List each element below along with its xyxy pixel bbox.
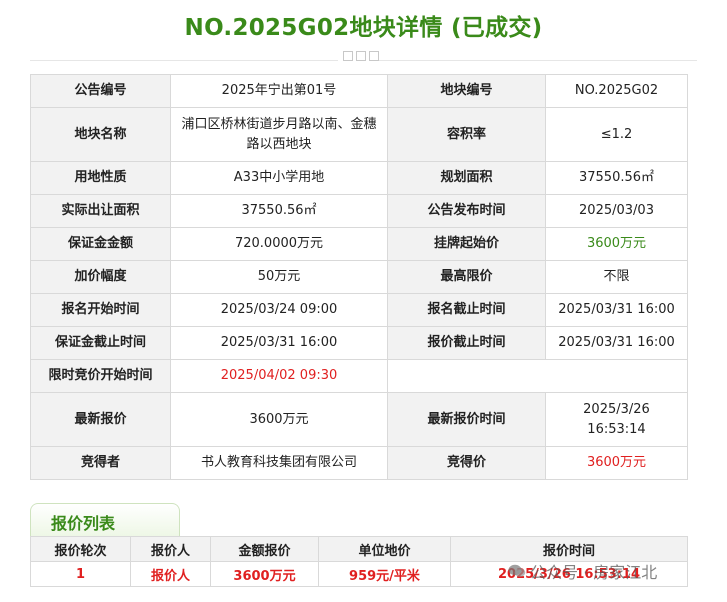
detail-label: 保证金金额 bbox=[30, 227, 171, 261]
detail-value: 2025/03/31 16:00 bbox=[545, 326, 688, 360]
detail-value: 37550.56㎡ bbox=[545, 161, 688, 195]
detail-label: 最新报价时间 bbox=[387, 392, 546, 447]
detail-value: 37550.56㎡ bbox=[170, 194, 388, 228]
detail-label: 容积率 bbox=[387, 107, 546, 162]
auction-start-value: 2025/04/02 09:30 bbox=[170, 359, 388, 393]
title-divider-dots bbox=[343, 51, 379, 61]
detail-value: 2025年宁出第01号 bbox=[170, 74, 388, 108]
column-header: 单位地价 bbox=[318, 536, 451, 562]
detail-row: 加价幅度 50万元 最高限价 不限 bbox=[30, 260, 688, 294]
detail-label: 加价幅度 bbox=[30, 260, 171, 294]
detail-value: 720.0000万元 bbox=[170, 227, 388, 261]
detail-label: 实际出让面积 bbox=[30, 194, 171, 228]
detail-row: 报名开始时间 2025/03/24 09:00 报名截止时间 2025/03/3… bbox=[30, 293, 688, 327]
tab-bid-list[interactable]: 报价列表 bbox=[30, 503, 180, 536]
detail-label: 公告发布时间 bbox=[387, 194, 546, 228]
detail-value: 2025/3/26 16:53:14 bbox=[545, 392, 688, 447]
detail-row: 用地性质 A33中小学用地 规划面积 37550.56㎡ bbox=[30, 161, 688, 195]
detail-value: ≤1.2 bbox=[545, 107, 688, 162]
detail-label: 最高限价 bbox=[387, 260, 546, 294]
page-title: NO.2025G02地块详情 (已成交) bbox=[184, 15, 543, 41]
detail-row: 保证金金额 720.0000万元 挂牌起始价 3600万元 bbox=[30, 227, 688, 261]
detail-label: 规划面积 bbox=[387, 161, 546, 195]
column-header: 报价轮次 bbox=[30, 536, 131, 562]
detail-label: 竞得价 bbox=[387, 446, 546, 480]
watermark: 公众号 · 房家江北 bbox=[508, 559, 657, 583]
detail-label: 保证金截止时间 bbox=[30, 326, 171, 360]
detail-label: 公告编号 bbox=[30, 74, 171, 108]
detail-value: A33中小学用地 bbox=[170, 161, 388, 195]
winning-price-value: 3600万元 bbox=[545, 446, 688, 480]
detail-value: 2025/03/24 09:00 bbox=[170, 293, 388, 327]
detail-label: 挂牌起始价 bbox=[387, 227, 546, 261]
bid-list-header-row: 报价轮次 报价人 金额报价 单位地价 报价时间 bbox=[30, 536, 688, 562]
detail-label: 地块名称 bbox=[30, 107, 171, 162]
detail-row: 最新报价 3600万元 最新报价时间 2025/3/26 16:53:14 bbox=[30, 392, 688, 447]
watermark-text: 公众号 · 房家江北 bbox=[530, 563, 658, 582]
tab-bid-list-label: 报价列表 bbox=[51, 514, 116, 533]
detail-row: 竞得者 书人教育科技集团有限公司 竞得价 3600万元 bbox=[30, 446, 688, 480]
parcel-detail-table: 公告编号 2025年宁出第01号 地块编号 NO.2025G02 地块名称 浦口… bbox=[30, 74, 688, 480]
detail-value: 2025/03/31 16:00 bbox=[170, 326, 388, 360]
detail-value: 书人教育科技集团有限公司 bbox=[170, 446, 388, 480]
detail-label: 竞得者 bbox=[30, 446, 171, 480]
detail-label: 报名截止时间 bbox=[387, 293, 546, 327]
detail-label: 限时竞价开始时间 bbox=[30, 359, 171, 393]
detail-row: 地块名称 浦口区桥林街道步月路以南、金穗路以西地块 容积率 ≤1.2 bbox=[30, 107, 688, 162]
detail-value: 浦口区桥林街道步月路以南、金穗路以西地块 bbox=[170, 107, 388, 162]
detail-row: 实际出让面积 37550.56㎡ 公告发布时间 2025/03/03 bbox=[30, 194, 688, 228]
column-header: 报价时间 bbox=[450, 536, 688, 562]
detail-label: 报名开始时间 bbox=[30, 293, 171, 327]
detail-row: 限时竞价开始时间 2025/04/02 09:30 bbox=[30, 359, 688, 393]
unit-price: 959元/平米 bbox=[318, 561, 451, 587]
bidder: 报价人 bbox=[130, 561, 211, 587]
detail-label: 最新报价 bbox=[30, 392, 171, 447]
starting-price-value: 3600万元 bbox=[545, 227, 688, 261]
detail-row: 保证金截止时间 2025/03/31 16:00 报价截止时间 2025/03/… bbox=[30, 326, 688, 360]
column-header: 金额报价 bbox=[210, 536, 319, 562]
detail-label: 地块编号 bbox=[387, 74, 546, 108]
detail-value: 2025/03/31 16:00 bbox=[545, 293, 688, 327]
detail-value: 3600万元 bbox=[170, 392, 388, 447]
bid-amount: 3600万元 bbox=[210, 561, 319, 587]
bid-round: 1 bbox=[30, 561, 131, 587]
detail-value: 2025/03/03 bbox=[545, 194, 688, 228]
detail-value: 不限 bbox=[545, 260, 688, 294]
column-header: 报价人 bbox=[130, 536, 211, 562]
detail-label: 用地性质 bbox=[30, 161, 171, 195]
wechat-icon bbox=[508, 564, 526, 577]
detail-value: 50万元 bbox=[170, 260, 388, 294]
detail-row: 公告编号 2025年宁出第01号 地块编号 NO.2025G02 bbox=[30, 74, 688, 108]
detail-value: NO.2025G02 bbox=[545, 74, 688, 108]
detail-label: 报价截止时间 bbox=[387, 326, 546, 360]
empty-cell bbox=[387, 359, 688, 393]
